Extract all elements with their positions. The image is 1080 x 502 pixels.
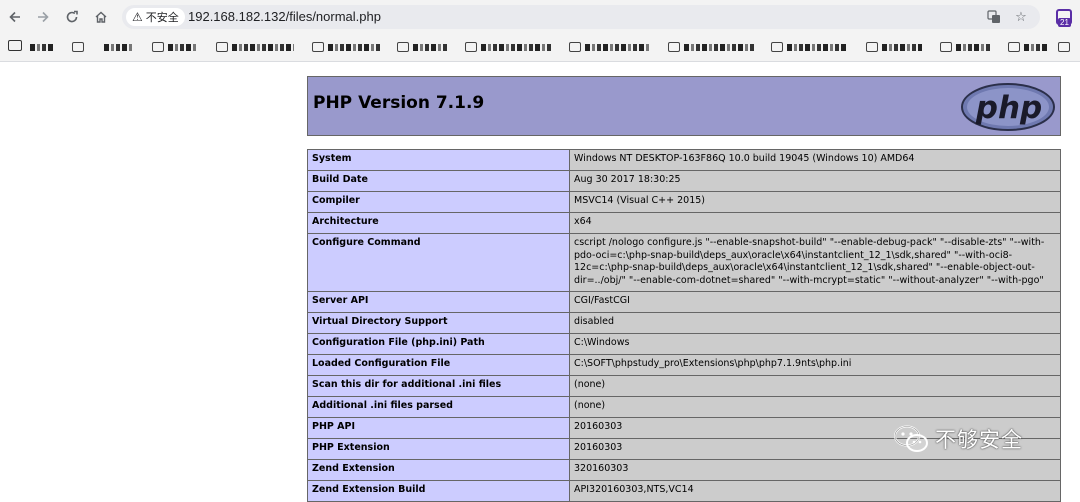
info-key: Configure Command	[307, 233, 570, 292]
wechat-icon	[893, 424, 929, 454]
info-row: Compiler MSVC14 (Visual C++ 2015)	[307, 191, 1061, 213]
back-icon[interactable]	[4, 6, 26, 28]
info-value: C:\SOFT\phpstudy_pro\Extensions\php\php7…	[569, 354, 1061, 376]
reload-icon[interactable]	[61, 6, 83, 28]
warning-icon: ⚠	[132, 10, 143, 24]
php-logo-icon[interactable]: php	[960, 82, 1056, 132]
info-key: System	[307, 149, 570, 171]
info-key: PHP Extension	[307, 438, 570, 460]
info-value: C:\Windows	[569, 333, 1061, 355]
info-row: Zend Extension 320160303	[307, 459, 1061, 481]
info-key: Additional .ini files parsed	[307, 396, 570, 418]
php-logo-text: php	[975, 90, 1042, 126]
info-value: (none)	[569, 396, 1061, 418]
info-key: Scan this dir for additional .ini files	[307, 375, 570, 397]
info-key: PHP API	[307, 417, 570, 439]
info-key: Build Date	[307, 170, 570, 192]
watermark-text: 不够安全	[935, 428, 1023, 452]
info-value: Aug 30 2017 18:30:25	[569, 170, 1061, 192]
watermark: 不够安全	[893, 424, 1023, 454]
info-value: MSVC14 (Visual C++ 2015)	[569, 191, 1061, 213]
info-row: Configuration File (php.ini) Path C:\Wind…	[307, 333, 1061, 355]
info-value: 320160303	[569, 459, 1061, 481]
info-row: Configure Command cscript /nologo configu…	[307, 233, 1061, 292]
info-value: x64	[569, 212, 1061, 234]
info-row: Loaded Configuration File C:\SOFT\phpstud…	[307, 354, 1061, 376]
url-text[interactable]: 192.168.182.132/files/normal.php	[188, 9, 381, 24]
info-key: Compiler	[307, 191, 570, 213]
forward-icon[interactable]	[32, 6, 54, 28]
folder-icon[interactable]	[8, 40, 22, 51]
home-icon[interactable]	[90, 6, 112, 28]
info-value: cscript /nologo configure.js "--enable-s…	[569, 233, 1061, 292]
info-key: Configuration File (php.ini) Path	[307, 333, 570, 355]
extension-icon[interactable]: 21	[1053, 8, 1072, 27]
info-row: Architecture x64	[307, 212, 1061, 234]
info-key: Virtual Directory Support	[307, 312, 570, 334]
info-value: API320160303,NTS,VC14	[569, 480, 1061, 502]
info-key: Architecture	[307, 212, 570, 234]
info-row: Zend Extension Build API320160303,NTS,VC1…	[307, 480, 1061, 502]
info-row: System Windows NT DESKTOP-163F86Q 10.0 bu…	[307, 149, 1061, 171]
translate-icon[interactable]	[985, 8, 1003, 26]
security-label: 不安全	[145, 11, 179, 24]
info-row: Scan this dir for additional .ini files(…	[307, 375, 1061, 397]
bookmarks-bar	[0, 34, 1080, 62]
info-row: Server API CGI/FastCGI	[307, 291, 1061, 313]
info-row: Additional .ini files parsed (none)	[307, 396, 1061, 418]
info-value: CGI/FastCGI	[569, 291, 1061, 313]
info-key: Loaded Configuration File	[307, 354, 570, 376]
info-key: Zend Extension	[307, 459, 570, 481]
info-value: (none)	[569, 375, 1061, 397]
info-value: Windows NT DESKTOP-163F86Q 10.0 build 19…	[569, 149, 1061, 171]
star-icon[interactable]: ☆	[1012, 8, 1030, 26]
phpinfo-header: PHP Version 7.1.9 php	[307, 76, 1061, 136]
extension-badge: 21	[1058, 18, 1071, 27]
browser-toolbar: ⚠ 不安全 192.168.182.132/files/normal.php ☆…	[0, 0, 1080, 34]
info-key: Zend Extension Build	[307, 480, 570, 502]
info-key: Server API	[307, 291, 570, 313]
address-bar[interactable]: ⚠ 不安全 192.168.182.132/files/normal.php ☆	[122, 5, 1040, 29]
page-title: PHP Version 7.1.9	[313, 93, 485, 113]
info-value: disabled	[569, 312, 1061, 334]
info-row: Build Date Aug 30 2017 18:30:25	[307, 170, 1061, 192]
info-row: Virtual Directory Support disabled	[307, 312, 1061, 334]
security-chip[interactable]: ⚠ 不安全	[126, 8, 185, 26]
